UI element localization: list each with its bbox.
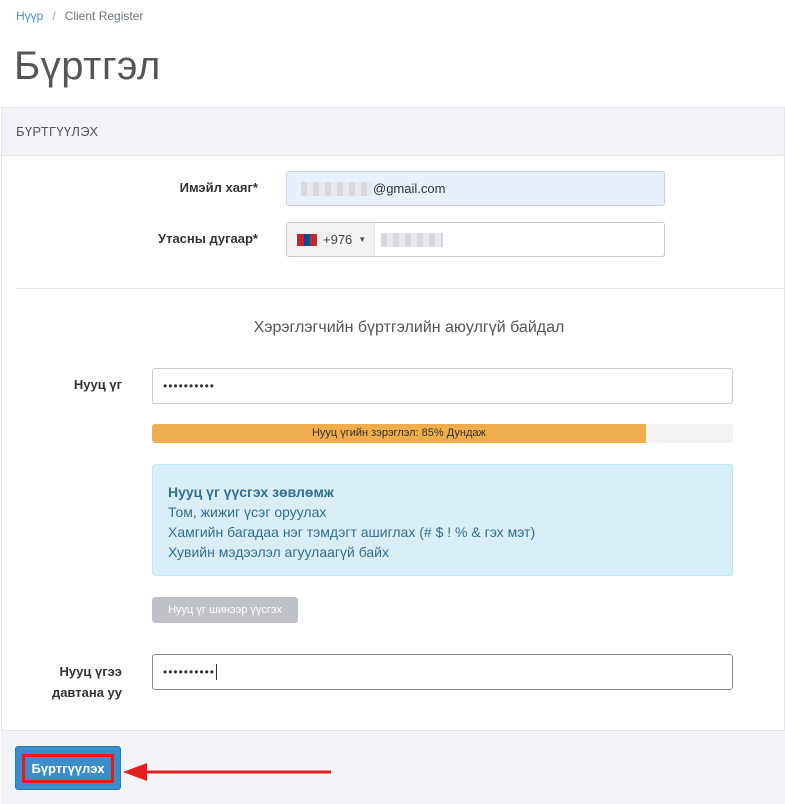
panel-heading: БҮРТГҮҮЛЭХ (2, 108, 784, 156)
mongolia-flag-icon (297, 233, 318, 246)
country-code-selector[interactable]: +976 ▼ (287, 223, 375, 256)
register-submit-button[interactable]: Бүртгүүлэх (15, 746, 121, 790)
password-input[interactable]: •••••••••• (152, 368, 733, 404)
tips-line: Хувийн мэдээлэл агуулаагүй байх (168, 544, 390, 560)
page-title: Бүртгэл (14, 44, 161, 88)
generate-password-button[interactable]: Нууц үг шинээр үүсгэх (152, 597, 298, 623)
password-strength-meter: Нууц үгийн зэрэглэл: 85% Дундаж (152, 424, 733, 443)
confirm-password-value: •••••••••• (163, 665, 216, 679)
redacted-text (381, 232, 443, 247)
divider (16, 288, 785, 289)
email-domain: @gmail.com (373, 181, 446, 196)
confirm-password-input[interactable]: •••••••••• (152, 654, 733, 690)
tips-line: Том, жижиг үсэг оруулах (168, 504, 327, 520)
email-label: Имэйл хаяг* (179, 180, 258, 195)
text-cursor (216, 664, 218, 680)
breadcrumb-current: Client Register (64, 9, 144, 23)
phone-label: Утасны дугаар* (158, 231, 258, 246)
breadcrumb-home-link[interactable]: Нүүр (16, 9, 43, 23)
password-tips-alert: Нууц үг үүсгэх зөвлөмж Том, жижиг үсэг о… (152, 464, 733, 576)
caret-down-icon: ▼ (358, 235, 367, 244)
submit-button-label: Бүртгүүлэх (22, 753, 114, 783)
phone-input[interactable] (375, 223, 664, 256)
breadcrumb: Нүүр / Client Register (16, 9, 143, 23)
password-value: •••••••••• (163, 379, 216, 393)
security-section-title: Хэрэглэгчийн бүртгэлийн аюулгүй байдал (253, 319, 565, 336)
password-label: Нууц үг (73, 377, 122, 392)
confirm-password-label: Нууц үгээ давтана уу (30, 661, 122, 703)
left-arrow-annotation (123, 763, 331, 781)
confirm-label-line: Нууц үгээ (59, 664, 122, 679)
email-input[interactable]: @gmail.com (286, 171, 665, 206)
phone-field: +976 ▼ (286, 222, 665, 257)
tips-title: Нууц үг үүсгэх зөвлөмж (168, 484, 334, 500)
tips-line: Хамгийн багадаа нэг тэмдэгт ашиглах (# $… (168, 524, 536, 540)
confirm-label-line: давтана уу (51, 685, 122, 700)
breadcrumb-separator: / (52, 9, 56, 23)
password-strength-bar: Нууц үгийн зэрэглэл: 85% Дундаж (152, 424, 646, 443)
redacted-text (301, 181, 373, 196)
phone-country-code: +976 (323, 232, 353, 247)
